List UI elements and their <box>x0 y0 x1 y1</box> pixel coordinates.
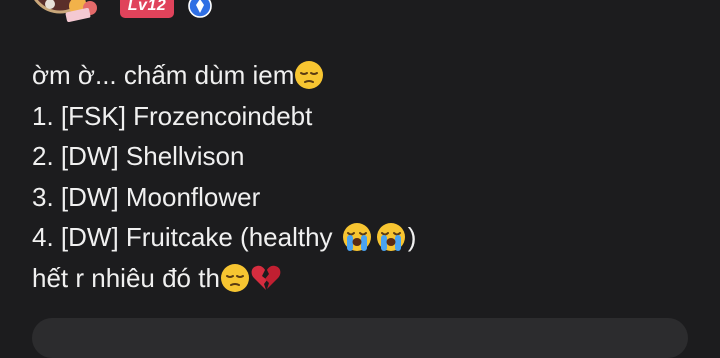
verified-badge-icon <box>188 0 212 18</box>
post-text: 4. [DW] Fruitcake (healthy <box>32 222 340 252</box>
post-header: Lv12 <box>0 0 720 40</box>
post-line-5: 4. [DW] Fruitcake (healthy ) <box>32 217 692 258</box>
avatar[interactable] <box>28 0 108 23</box>
post-body: ờm ờ... chấm dùm iem 1. [FSK] Frozencoin… <box>32 55 692 298</box>
comment-input-area[interactable] <box>32 318 688 358</box>
post-text: 2. [DW] Shellvison <box>32 141 245 171</box>
post-line-1: ờm ờ... chấm dùm iem <box>32 55 692 96</box>
loudly-crying-face-icon <box>374 222 408 252</box>
pensive-face-icon <box>294 60 324 90</box>
post-text: 1. [FSK] Frozencoindebt <box>32 100 313 131</box>
post-text: hết r nhiêu đó th <box>32 262 220 293</box>
post-text: ờm ờ... chấm dùm iem <box>32 60 295 90</box>
pensive-face-icon <box>220 263 250 293</box>
broken-heart-icon <box>250 263 282 293</box>
post-line-4: 3. [DW] Moonflower <box>32 177 692 218</box>
post-line-6: hết r nhiêu đó th <box>32 258 692 299</box>
post-line-2: 1. [FSK] Frozencoindebt <box>32 96 692 137</box>
loudly-crying-face-icon <box>340 222 374 252</box>
post-text: 3. [DW] Moonflower <box>32 181 261 212</box>
level-badge: Lv12 <box>120 0 174 18</box>
post-line-3: 2. [DW] Shellvison <box>32 136 692 177</box>
post-text: ) <box>407 222 417 252</box>
